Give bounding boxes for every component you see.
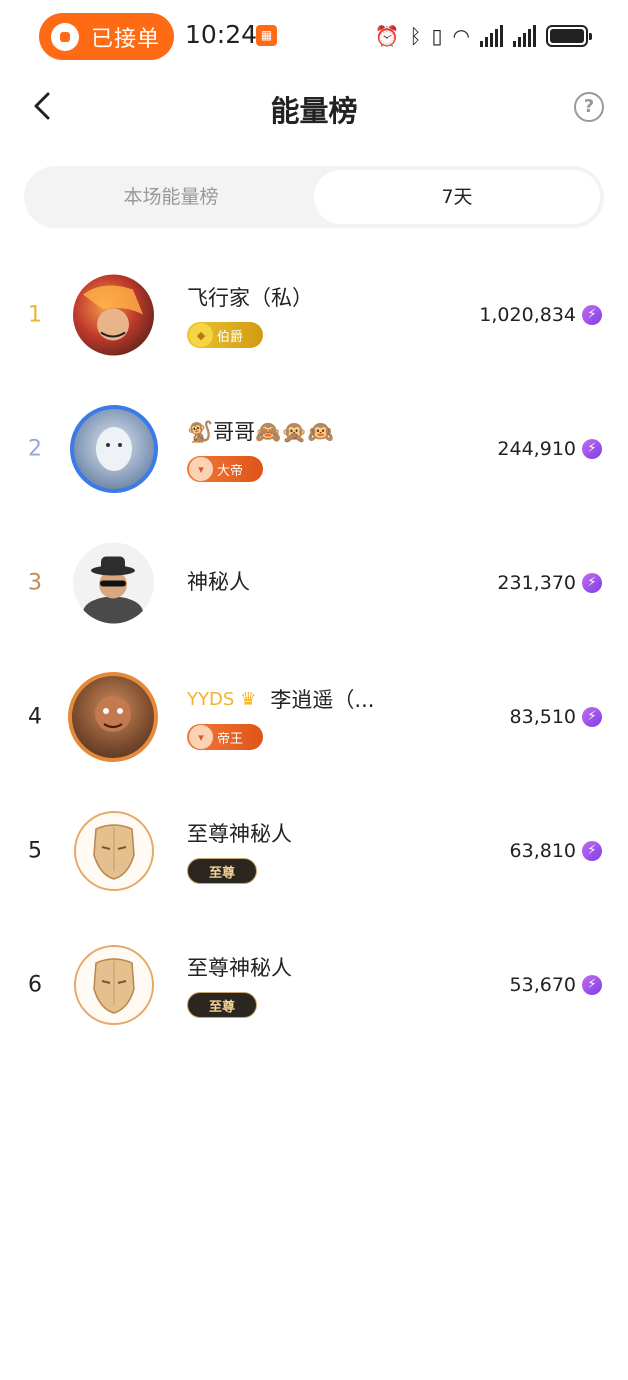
rank-number: 2 bbox=[28, 436, 42, 462]
tab-current-session[interactable]: 本场能量榜 bbox=[28, 170, 314, 224]
energy-bolt-icon: ⚡ bbox=[582, 841, 602, 861]
order-status-pill[interactable]: 已接单 bbox=[39, 13, 174, 60]
energy-score: 53,670 bbox=[509, 974, 576, 996]
cell-signal-2-icon bbox=[513, 25, 536, 47]
yyds-tag: YYDS bbox=[187, 688, 235, 710]
avatar[interactable] bbox=[70, 405, 158, 493]
level-shield-icon: ▾ bbox=[189, 457, 213, 481]
ranking-row[interactable]: 4 YYDS ♛ 李逍遥（... ▾ 帝王 83,510 ⚡ bbox=[0, 650, 628, 784]
supreme-badge-label: 至尊 bbox=[208, 865, 235, 881]
bluetooth-icon: ᛒ bbox=[409, 24, 422, 48]
order-icon bbox=[51, 22, 79, 51]
rank-number: 5 bbox=[28, 838, 42, 864]
level-badge-label: 大帝 bbox=[217, 463, 244, 479]
tab-bar: 本场能量榜 7天 bbox=[24, 166, 604, 228]
rank-number: 3 bbox=[28, 570, 42, 596]
rank-number: 4 bbox=[28, 704, 42, 730]
ranking-row[interactable]: 2 🐒哥哥🙈🙊🙉 ▾ 大帝 244,910 ⚡ bbox=[0, 382, 628, 516]
status-bar: 已接单 10:24 ▦ ⏰ ᛒ ▯ ◠ bbox=[0, 0, 628, 72]
battery-icon bbox=[546, 25, 592, 47]
energy-bolt-icon: ⚡ bbox=[582, 439, 602, 459]
avatar-image bbox=[95, 696, 131, 732]
energy-bolt-icon: ⚡ bbox=[582, 305, 602, 325]
user-name: 李逍遥（... bbox=[270, 688, 375, 712]
cell-signal-icon bbox=[480, 25, 503, 47]
rank-number: 6 bbox=[28, 972, 42, 998]
page-title: 能量榜 bbox=[270, 94, 358, 128]
wifi-icon: ◠ bbox=[452, 24, 470, 48]
user-name: 🐒哥哥🙈🙊🙉 bbox=[187, 420, 334, 444]
mystery-person-icon bbox=[83, 556, 143, 624]
avatar[interactable] bbox=[74, 811, 154, 891]
energy-bolt-icon: ⚡ bbox=[582, 707, 602, 727]
clock-time: 10:24 bbox=[185, 20, 258, 49]
energy-bolt-icon: ⚡ bbox=[582, 573, 602, 593]
energy-score: 63,810 bbox=[509, 840, 576, 862]
gold-mask-icon bbox=[93, 824, 135, 880]
system-status-icons: ⏰ ᛒ ▯ ◠ bbox=[374, 22, 592, 50]
user-name: 至尊神秘人 bbox=[187, 822, 292, 846]
app-grid-icon: ▦ bbox=[256, 25, 277, 46]
help-icon[interactable]: ? bbox=[574, 92, 604, 122]
avatar[interactable] bbox=[68, 672, 158, 762]
supreme-badge: 至尊 bbox=[187, 858, 257, 884]
vibrate-icon: ▯ bbox=[431, 24, 443, 48]
level-badge-label: 伯爵 bbox=[217, 329, 244, 345]
level-shield-icon: ▾ bbox=[189, 725, 213, 749]
tab-7-days[interactable]: 7天 bbox=[314, 170, 600, 224]
order-status-label: 已接单 bbox=[91, 26, 161, 52]
avatar[interactable] bbox=[74, 945, 154, 1025]
ranking-row[interactable]: 3 神秘人 231,370 ⚡ bbox=[0, 516, 628, 650]
avatar[interactable] bbox=[73, 274, 154, 356]
ranking-row[interactable]: 1 飞行家（私） ◆ 伯爵 1,020,834 ⚡ bbox=[0, 248, 628, 382]
energy-bolt-icon: ⚡ bbox=[582, 975, 602, 995]
level-badge-label: 帝王 bbox=[217, 731, 244, 747]
avatar-image bbox=[96, 427, 132, 471]
ranking-row[interactable]: 5 至尊神秘人 至尊 63,810 ⚡ bbox=[0, 784, 628, 918]
level-badge: ▾ 大帝 bbox=[187, 456, 263, 482]
gold-mask-icon bbox=[93, 958, 135, 1014]
user-name: 飞行家（私） bbox=[187, 286, 313, 310]
crown-icon: ♛ bbox=[240, 688, 257, 710]
user-name: 至尊神秘人 bbox=[187, 956, 292, 980]
user-name: 神秘人 bbox=[187, 570, 250, 594]
energy-score: 231,370 bbox=[497, 572, 576, 594]
alarm-icon: ⏰ bbox=[374, 24, 400, 48]
supreme-badge-label: 至尊 bbox=[208, 999, 235, 1015]
level-badge: ▾ 帝王 bbox=[187, 724, 263, 750]
energy-score: 83,510 bbox=[509, 706, 576, 728]
ranking-row[interactable]: 6 至尊神秘人 至尊 53,670 ⚡ bbox=[0, 918, 628, 1052]
level-gem-icon: ◆ bbox=[189, 323, 213, 347]
user-name-line: YYDS ♛ 李逍遥（... bbox=[187, 684, 374, 714]
rank-number: 1 bbox=[28, 302, 42, 328]
level-badge: ◆ 伯爵 bbox=[187, 322, 263, 348]
avatar-image bbox=[83, 285, 143, 341]
energy-score: 244,910 bbox=[497, 438, 576, 460]
avatar[interactable] bbox=[73, 542, 154, 624]
energy-score: 1,020,834 bbox=[479, 304, 576, 326]
supreme-badge: 至尊 bbox=[187, 992, 257, 1018]
